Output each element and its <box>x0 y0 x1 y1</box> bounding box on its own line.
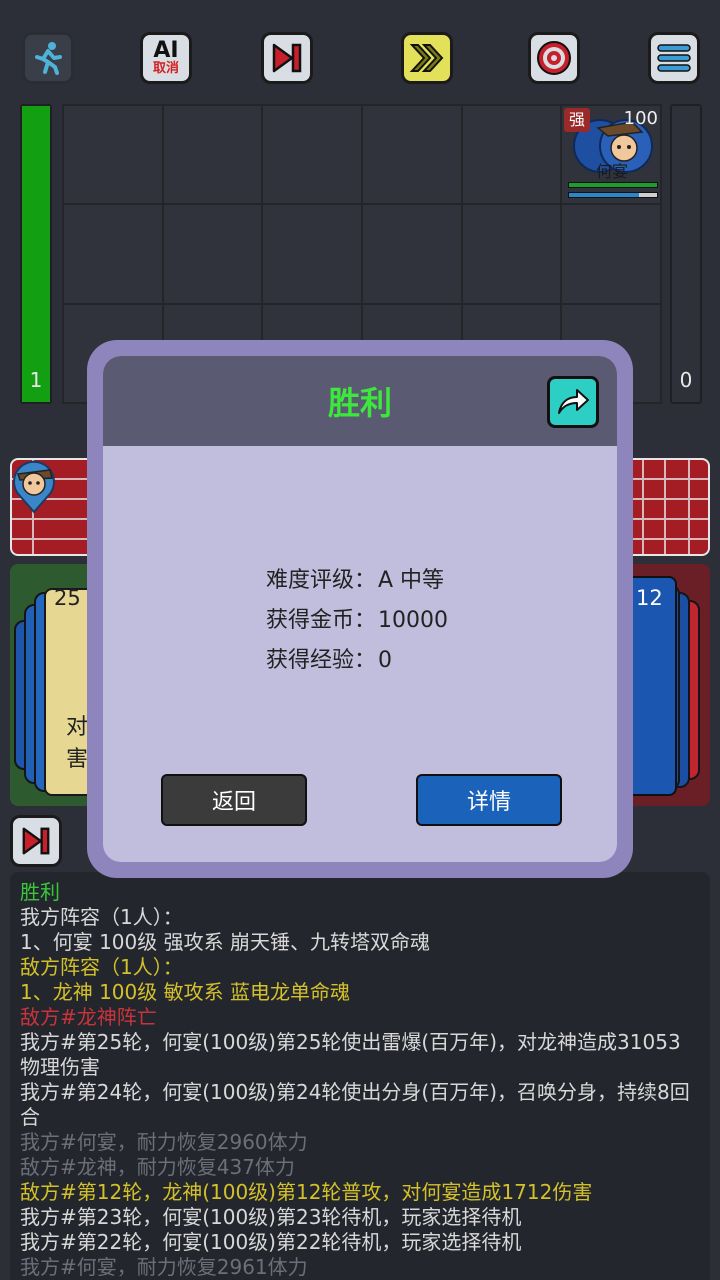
victory-dialog-body: 胜利 难度评级：A 中等 获得金币：10000 获得经验：0 返回 详情 <box>103 356 617 862</box>
gold-row: 获得金币：10000 <box>266 602 448 634</box>
exp-label: 获得经验： <box>266 648 377 673</box>
exp-value: 0 <box>378 648 393 673</box>
back-button[interactable]: 返回 <box>161 774 307 826</box>
victory-title: 胜利 <box>327 384 392 422</box>
share-button[interactable] <box>547 376 599 428</box>
victory-dialog: 胜利 难度评级：A 中等 获得金币：10000 获得经验：0 返回 详情 <box>87 340 633 878</box>
difficulty-row: 难度评级：A 中等 <box>266 562 444 594</box>
gold-label: 获得金币： <box>266 608 377 633</box>
exp-row: 获得经验：0 <box>266 642 392 674</box>
victory-dialog-header: 胜利 <box>103 356 617 446</box>
share-arrow-icon <box>558 389 589 414</box>
gold-value: 10000 <box>378 608 449 633</box>
difficulty-label: 难度评级： <box>266 568 377 593</box>
details-button[interactable]: 详情 <box>416 774 562 826</box>
difficulty-value: A 中等 <box>378 568 445 593</box>
